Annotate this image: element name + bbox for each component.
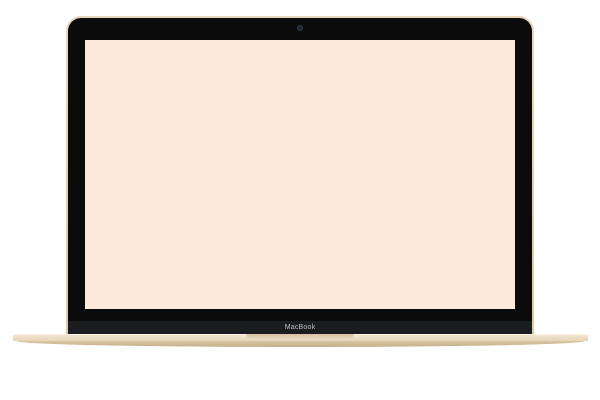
- opening-notch: [246, 334, 354, 339]
- camera-icon: [297, 25, 303, 31]
- laptop-mockup: MacBook: [0, 0, 600, 400]
- laptop-base-bottom: [17, 340, 584, 347]
- brand-label: MacBook: [284, 324, 316, 331]
- laptop-screen: [85, 40, 515, 309]
